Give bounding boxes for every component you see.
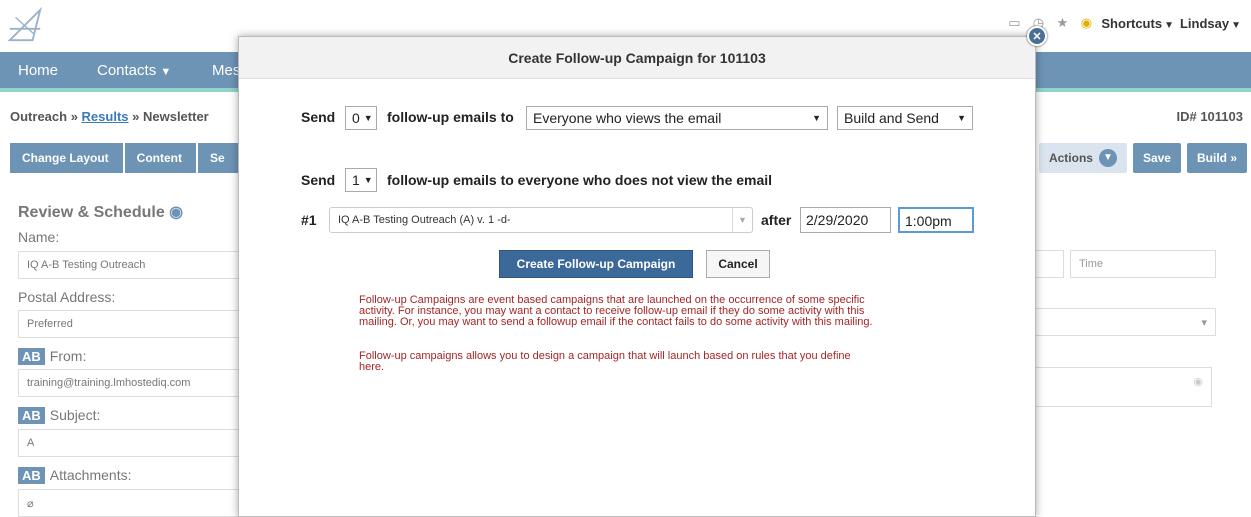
chevron-down-icon: ▼ [363, 175, 373, 185]
send-label-2: Send [301, 172, 336, 188]
chat-icon[interactable]: ▭ [1005, 14, 1023, 32]
date-input[interactable]: 2/29/2020 [800, 207, 891, 233]
from-lookup[interactable]: ◉ [1036, 367, 1212, 407]
campaign-select[interactable]: IQ A-B Testing Outreach (A) v. 1 -d- ▼ [329, 207, 753, 233]
followup-count-select-2[interactable]: 1 ▼ [345, 168, 377, 192]
close-icon[interactable]: ✕ [1027, 26, 1047, 46]
name-field[interactable]: IQ A-B Testing Outreach [18, 251, 242, 279]
section-title-text: Review & Schedule [18, 204, 165, 221]
breadcrumb-newsletter: Newsletter [142, 109, 209, 124]
chevron-down-icon: ▼ [812, 113, 821, 123]
not-view-label: follow-up emails to everyone who does no… [387, 172, 773, 188]
search-icon: ◉ [1193, 376, 1203, 388]
after-label: after [761, 212, 792, 228]
postal-select-arrow[interactable]: ▾ [1036, 308, 1216, 336]
step-bar: Change Layout Content Se [10, 143, 241, 173]
star-icon[interactable]: ★ [1053, 14, 1071, 32]
audience-value: Everyone who views the email [533, 110, 722, 126]
time-input[interactable]: 1:00pm [898, 207, 974, 233]
chevron-down-icon: ▼ [1164, 19, 1174, 31]
save-button[interactable]: Save [1132, 143, 1181, 173]
chevron-down-icon: ▾ [1201, 317, 1207, 329]
shortcuts-menu[interactable]: Shortcuts ▼ [1101, 16, 1174, 31]
breadcrumb: Outreach » Results » Newsletter [10, 109, 209, 124]
step-content[interactable]: Content [124, 143, 196, 173]
info-note-2: Follow-up campaigns allows you to design… [359, 351, 939, 373]
attachments-field[interactable]: ⌀ [18, 489, 242, 517]
nav-contacts[interactable]: Contacts ▼ [97, 62, 171, 79]
create-followup-button[interactable]: Create Follow-up Campaign [499, 250, 693, 278]
step-change-layout[interactable]: Change Layout [10, 143, 123, 173]
from-label: From: [49, 348, 87, 364]
paperclip-icon: ⌀ [27, 498, 34, 510]
chevron-down-icon: ▼ [1231, 19, 1241, 31]
breadcrumb-outreach[interactable]: Outreach [10, 109, 67, 124]
breadcrumb-sep: » [128, 109, 143, 124]
step-schedule[interactable]: Se [198, 143, 239, 173]
section-title: Review & Schedule ◉ [18, 202, 183, 222]
nav-messages[interactable]: Mes [212, 62, 240, 79]
date-field[interactable] [1036, 250, 1064, 278]
logo-icon[interactable] [6, 6, 44, 44]
send-label-1: Send [301, 109, 336, 125]
attachments-label: Attachments: [49, 467, 132, 483]
subject-field[interactable]: A [18, 429, 242, 457]
ab-badge[interactable]: AB [18, 348, 45, 365]
note2-line2: here. [359, 361, 385, 373]
followup-modal: Create Follow-up Campaign for 101103 Sen… [238, 36, 1036, 517]
followup-count-select-1[interactable]: 0 ▼ [345, 106, 377, 130]
modal-title: Create Follow-up Campaign for 101103 [239, 37, 1035, 79]
ab-badge[interactable]: AB [18, 467, 45, 484]
chevron-down-icon: ▼ [957, 113, 966, 123]
mode-select[interactable]: Build and Send ▼ [837, 106, 973, 130]
cancel-button[interactable]: Cancel [706, 250, 770, 278]
count2-value: 1 [352, 172, 360, 188]
breadcrumb-sep: » [67, 109, 82, 124]
count1-value: 0 [352, 110, 360, 126]
shortcuts-label: Shortcuts [1101, 15, 1163, 31]
subject-label: Subject: [49, 407, 101, 423]
action-buttons: Actions ▼ Save Build » [1038, 143, 1247, 173]
chevron-down-icon: ▼ [363, 113, 373, 123]
audience-select[interactable]: Everyone who views the email ▼ [526, 106, 828, 130]
nav-home[interactable]: Home [18, 62, 58, 79]
actions-button[interactable]: Actions ▼ [1038, 143, 1127, 173]
breadcrumb-results[interactable]: Results [82, 109, 129, 124]
from-label-row: AB From: [18, 348, 86, 365]
ab-badge[interactable]: AB [18, 407, 45, 424]
campaign-value: IQ A-B Testing Outreach (A) v. 1 -d- [338, 214, 511, 226]
time-field[interactable]: Time [1070, 250, 1216, 278]
chevron-down-icon: ▼ [1098, 149, 1117, 167]
followup-to-label: follow-up emails to [387, 109, 514, 125]
alert-icon[interactable]: ◉ [1077, 14, 1095, 32]
attachments-label-row: AB Attachments: [18, 467, 131, 484]
mode-value: Build and Send [844, 110, 939, 126]
from-field[interactable]: training@training.lmhostediq.com [18, 369, 242, 397]
info-note-1: Follow-up Campaigns are event based camp… [359, 295, 939, 328]
mailing-id: ID# 101103 [1176, 109, 1243, 124]
row-number: #1 [301, 212, 317, 228]
note1-line3: mailing. Or, you may want to send a foll… [359, 316, 873, 328]
user-menu[interactable]: Lindsay ▼ [1180, 16, 1241, 31]
name-label: Name: [18, 229, 60, 245]
note2-line1: Follow-up campaigns allows you to design… [359, 350, 851, 362]
actions-label: Actions [1048, 151, 1093, 165]
subject-label-row: AB Subject: [18, 407, 100, 424]
refresh-icon[interactable]: ◉ [169, 204, 183, 221]
postal-label: Postal Address: [18, 289, 116, 305]
nav-contacts-label: Contacts [97, 62, 157, 79]
chevron-down-icon: ▼ [160, 66, 172, 78]
user-label: Lindsay [1179, 15, 1230, 31]
postal-field[interactable]: Preferred [18, 310, 242, 338]
chevron-down-icon: ▼ [732, 208, 752, 232]
build-button[interactable]: Build » [1186, 143, 1247, 173]
